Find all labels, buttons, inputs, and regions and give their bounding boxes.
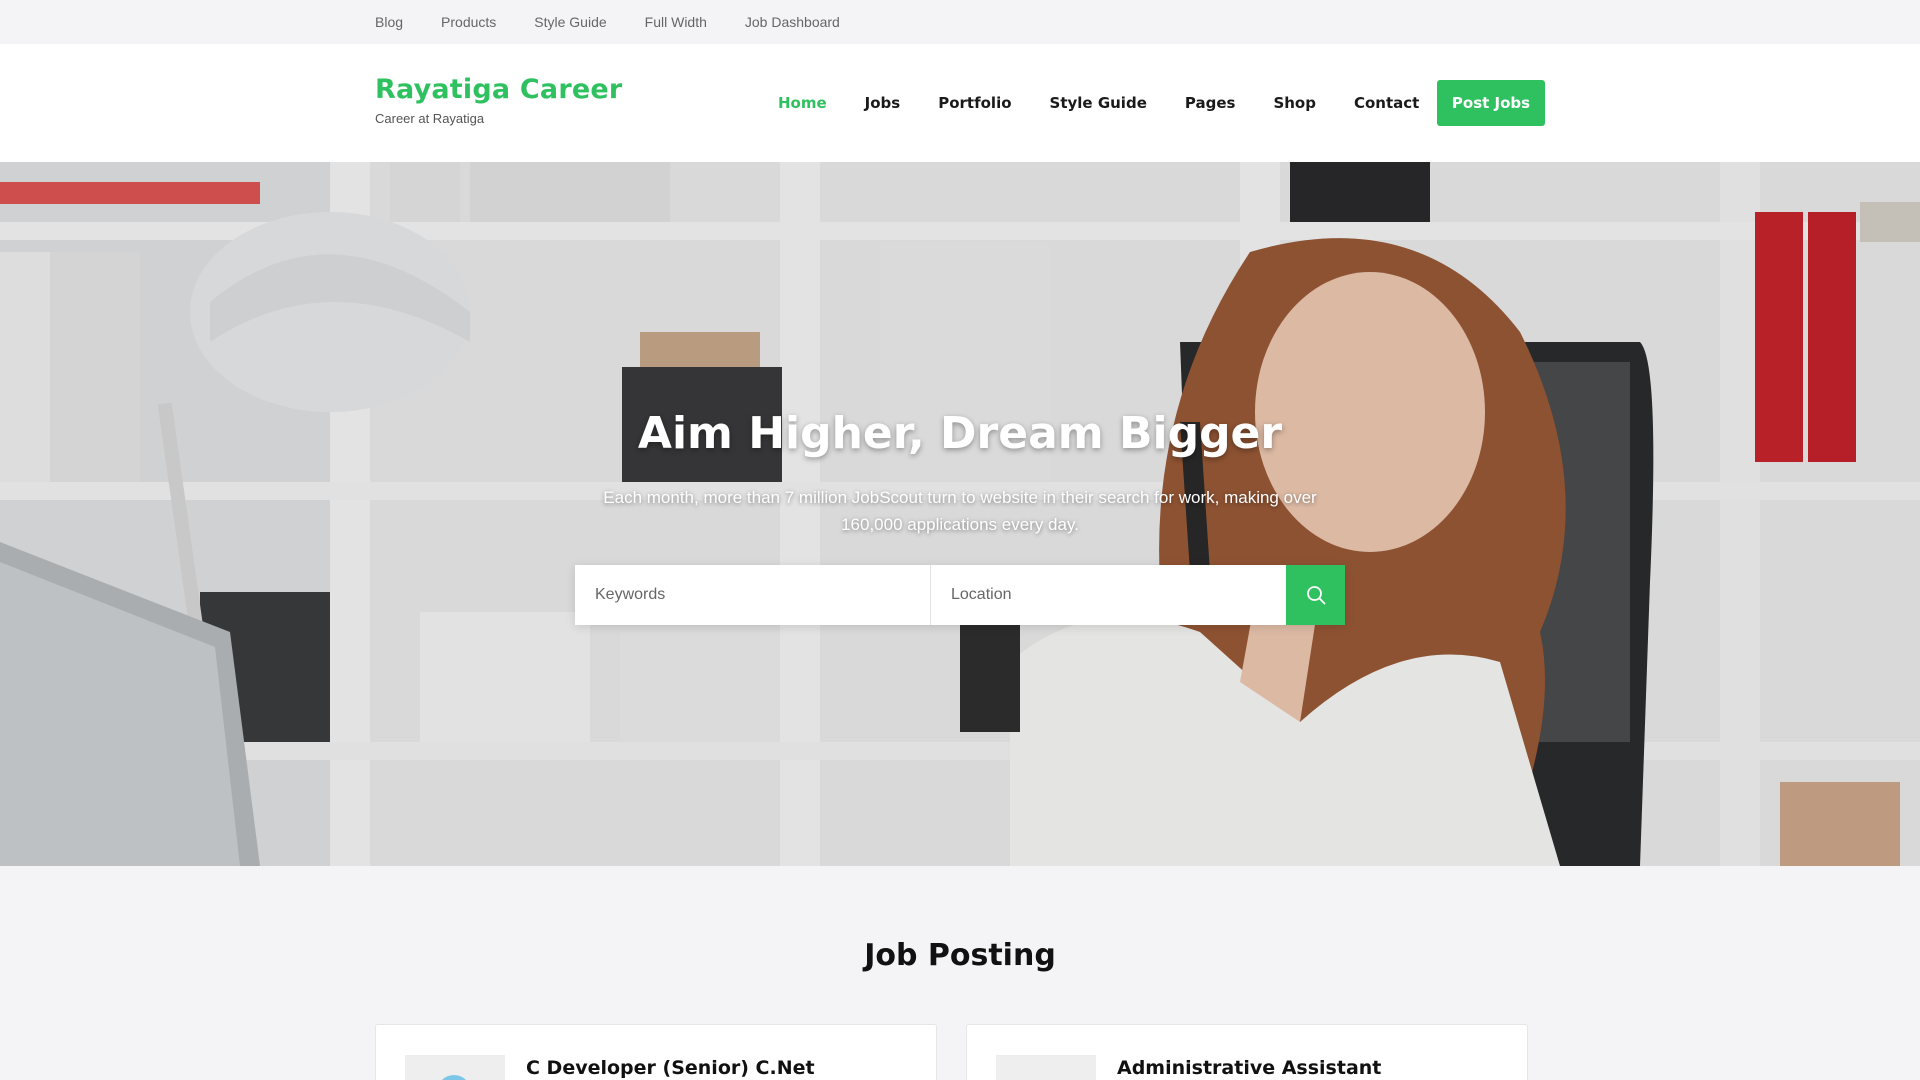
top-link-job-dashboard[interactable]: Job Dashboard — [745, 14, 840, 30]
hero-banner: Aim Higher, Dream Bigger Each month, mor… — [0, 162, 1920, 866]
site-header: Rayatiga Career Career at Rayatiga Home … — [0, 44, 1920, 162]
company-logo — [405, 1055, 505, 1080]
job-title[interactable]: C Developer (Senior) C.Net — [526, 1057, 815, 1079]
top-link-style-guide[interactable]: Style Guide — [534, 14, 606, 30]
top-link-products[interactable]: Products — [441, 14, 496, 30]
job-card[interactable]: C Developer (Senior) C.Net — [375, 1024, 937, 1080]
hero-title: Aim Higher, Dream Bigger — [637, 408, 1283, 459]
logo-mark — [437, 1075, 471, 1080]
company-logo — [996, 1055, 1096, 1080]
nav-item-jobs[interactable]: Jobs — [865, 94, 901, 112]
nav-item-portfolio[interactable]: Portfolio — [938, 94, 1011, 112]
search-button[interactable] — [1286, 565, 1345, 625]
hero-subtitle: Each month, more than 7 million JobScout… — [603, 488, 1317, 534]
main-nav: Home Jobs Portfolio Style Guide Pages Sh… — [778, 44, 1457, 162]
nav-item-contact[interactable]: Contact — [1354, 94, 1419, 112]
job-card[interactable]: Administrative Assistant — [966, 1024, 1528, 1080]
brand[interactable]: Rayatiga Career Career at Rayatiga — [375, 74, 622, 126]
post-jobs-button[interactable]: Post Jobs — [1437, 80, 1545, 126]
section-title-job-posting: Job Posting — [864, 938, 1056, 973]
brand-title[interactable]: Rayatiga Career — [375, 74, 622, 105]
job-title[interactable]: Administrative Assistant — [1117, 1057, 1381, 1079]
top-utility-bar: Blog Products Style Guide Full Width Job… — [0, 0, 1920, 44]
job-search-form — [575, 565, 1345, 625]
top-link-full-width[interactable]: Full Width — [645, 14, 707, 30]
nav-item-pages[interactable]: Pages — [1185, 94, 1236, 112]
keywords-input[interactable] — [575, 565, 931, 625]
search-icon — [1306, 586, 1325, 605]
nav-item-shop[interactable]: Shop — [1273, 94, 1316, 112]
nav-item-home[interactable]: Home — [778, 94, 827, 112]
top-links: Blog Products Style Guide Full Width Job… — [375, 0, 878, 44]
top-link-blog[interactable]: Blog — [375, 14, 403, 30]
location-input[interactable] — [931, 565, 1286, 625]
nav-item-style-guide[interactable]: Style Guide — [1050, 94, 1147, 112]
brand-tagline: Career at Rayatiga — [375, 111, 485, 126]
